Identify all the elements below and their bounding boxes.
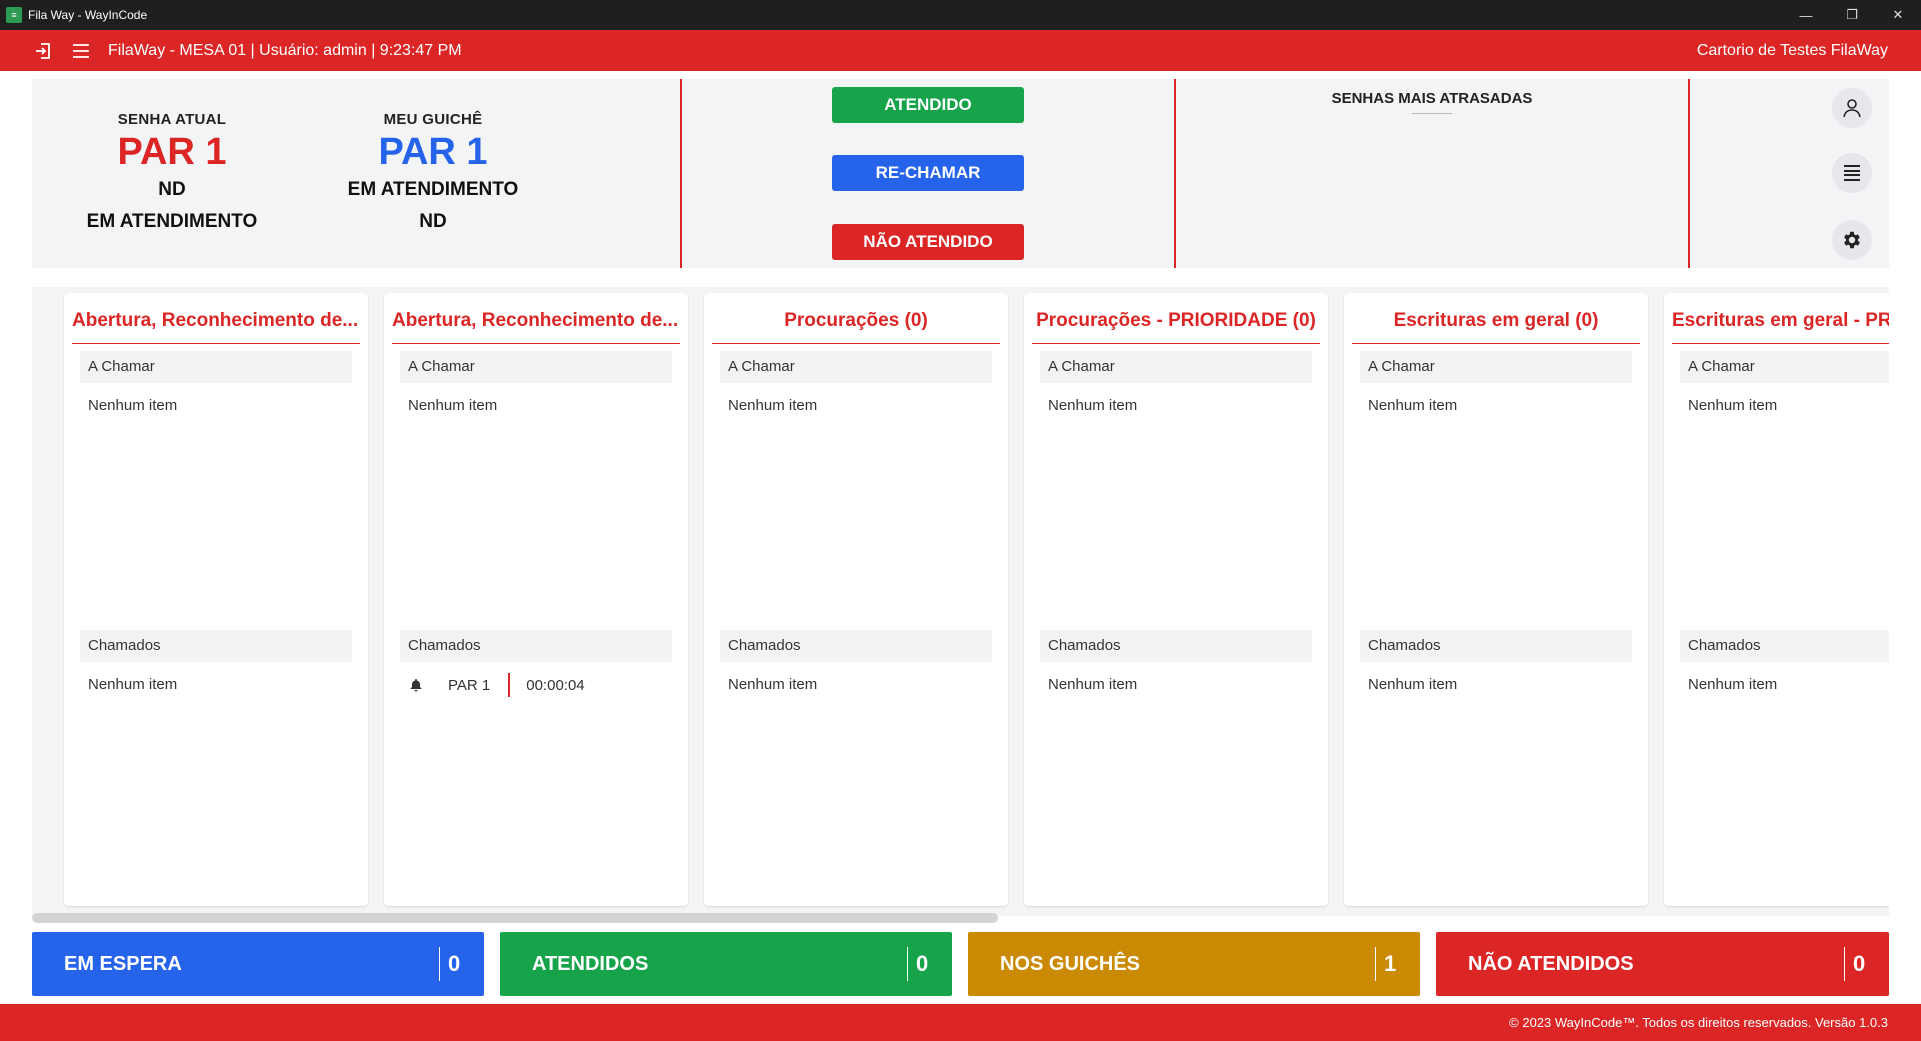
delayed-tickets-panel: SENHAS MAIS ATRASADAS [1176, 79, 1688, 114]
waiting-stat: EM ESPERA 0 [32, 932, 484, 996]
empty-message: Nenhum item [88, 676, 178, 693]
window-titlebar: ≡ Fila Way - WayInCode — ❐ ✕ [0, 0, 1921, 30]
queue-title: Procurações - PRIORIDADE (0) [1032, 310, 1320, 344]
stat-value: 0 [448, 951, 461, 976]
user-button[interactable] [1832, 88, 1872, 128]
stat-label: NÃO ATENDIDOS [1468, 952, 1634, 975]
stat-value: 0 [1853, 951, 1866, 976]
restore-icon[interactable]: ❐ [1829, 0, 1875, 30]
queues-board: Abertura, Reconhecimento de... A Chamar … [32, 287, 1889, 916]
my-counter-code: PAR 1 [378, 131, 488, 173]
delayed-tickets-title: SENHAS MAIS ATRASADAS [1331, 90, 1533, 107]
stat-value: 0 [916, 951, 929, 976]
app-icon: ≡ [6, 7, 22, 23]
called-header: Chamados [80, 630, 352, 662]
called-header: Chamados [1360, 630, 1632, 662]
queue-lane: Escrituras em geral (0) A Chamar Nenhum … [1344, 293, 1648, 906]
empty-message: Nenhum item [1688, 676, 1778, 693]
stat-label: EM ESPERA [64, 952, 182, 975]
current-ticket-status: EM ATENDIMENTO [86, 211, 258, 232]
close-icon[interactable]: ✕ [1875, 0, 1921, 30]
queue-lane: Procurações - PRIORIDADE (0) A Chamar Ne… [1024, 293, 1328, 906]
window-controls: — ❐ ✕ [1783, 0, 1921, 30]
list-button[interactable] [1832, 153, 1872, 193]
queue-title: Abertura, Reconhecimento de... [392, 310, 680, 344]
not-attended-stat: NÃO ATENDIDOS 0 [1436, 932, 1889, 996]
called-header: Chamados [1680, 630, 1889, 662]
queue-lane: Escrituras em geral - PR A Chamar Nenhum… [1664, 293, 1889, 906]
called-header: Chamados [400, 630, 672, 662]
empty-message: Nenhum item [1048, 676, 1138, 693]
called-ticket-code: PAR 1 [448, 676, 491, 694]
called-header: Chamados [720, 630, 992, 662]
bell-icon[interactable] [408, 677, 424, 693]
stat-label: NOS GUICHÊS [1000, 952, 1141, 975]
copyright-text: © 2023 WayInCode™. Todos os direitos res… [1509, 1015, 1888, 1030]
queue-lane: Procurações (0) A Chamar Nenhum item Cha… [704, 293, 1008, 906]
called-ticket-time: 00:00:04 [526, 676, 585, 694]
queue-lane: Abertura, Reconhecimento de... A Chamar … [384, 293, 688, 906]
user-icon [1843, 99, 1861, 118]
divider [1688, 79, 1690, 268]
stat-value: 1 [1384, 951, 1397, 976]
empty-message: Nenhum item [1368, 397, 1458, 414]
organization-name: Cartorio de Testes FilaWay [1696, 41, 1888, 59]
to-call-header: A Chamar [720, 351, 992, 383]
empty-message: Nenhum item [88, 397, 178, 414]
empty-message: Nenhum item [1688, 397, 1778, 414]
queue-title: Escrituras em geral (0) [1352, 310, 1640, 344]
at-counters-stat: NOS GUICHÊS 1 [968, 932, 1420, 996]
attended-stat: ATENDIDOS 0 [500, 932, 952, 996]
queue-title: Procurações (0) [712, 310, 1000, 344]
app-header: FilaWay - MESA 01 | Usuário: admin | 9:2… [0, 30, 1921, 71]
empty-message: Nenhum item [1048, 397, 1138, 414]
empty-message: Nenhum item [728, 397, 818, 414]
empty-message: Nenhum item [408, 397, 498, 414]
not-attended-button[interactable]: NÃO ATENDIDO [832, 224, 1024, 260]
empty-message: Nenhum item [728, 676, 818, 693]
divider [508, 673, 511, 697]
my-counter-line2: ND [419, 211, 447, 232]
list-icon [1844, 165, 1860, 181]
current-ticket-code: PAR 1 [117, 131, 227, 173]
my-counter-label: MEU GUICHÊ [383, 111, 483, 128]
footer: © 2023 WayInCode™. Todos os direitos res… [0, 1004, 1921, 1041]
called-header: Chamados [1040, 630, 1312, 662]
current-ticket-card: SENHA ATUAL PAR 1 ND EM ATENDIMENTO [32, 79, 312, 268]
gear-icon [1844, 231, 1860, 249]
window-title: Fila Way - WayInCode [28, 8, 148, 22]
empty-message: Nenhum item [1368, 676, 1458, 693]
divider [1412, 113, 1452, 114]
queue-lane: Abertura, Reconhecimento de... A Chamar … [64, 293, 368, 906]
recall-button[interactable]: RE-CHAMAR [832, 155, 1024, 191]
divider [680, 79, 682, 268]
called-ticket-row[interactable]: PAR 1 00:00:04 [408, 673, 585, 697]
to-call-header: A Chamar [1360, 351, 1632, 383]
to-call-header: A Chamar [400, 351, 672, 383]
to-call-header: A Chamar [1680, 351, 1889, 383]
to-call-header: A Chamar [80, 351, 352, 383]
session-info: FilaWay - MESA 01 | Usuário: admin | 9:2… [108, 41, 462, 59]
current-ticket-label: SENHA ATUAL [117, 111, 227, 128]
logout-icon[interactable] [32, 40, 54, 62]
stat-label: ATENDIDOS [532, 952, 649, 975]
settings-button[interactable] [1832, 220, 1872, 260]
attended-button[interactable]: ATENDIDO [832, 87, 1024, 123]
my-counter-status: EM ATENDIMENTO [347, 179, 519, 200]
to-call-header: A Chamar [1040, 351, 1312, 383]
minimize-icon[interactable]: — [1783, 0, 1829, 30]
queue-title: Escrituras em geral - PR [1672, 310, 1889, 344]
current-ticket-line1: ND [158, 179, 186, 200]
menu-icon[interactable] [70, 40, 92, 62]
horizontal-scrollbar[interactable] [32, 913, 998, 923]
my-counter-card: MEU GUICHÊ PAR 1 EM ATENDIMENTO ND [326, 79, 680, 268]
queue-title: Abertura, Reconhecimento de... [72, 310, 360, 344]
